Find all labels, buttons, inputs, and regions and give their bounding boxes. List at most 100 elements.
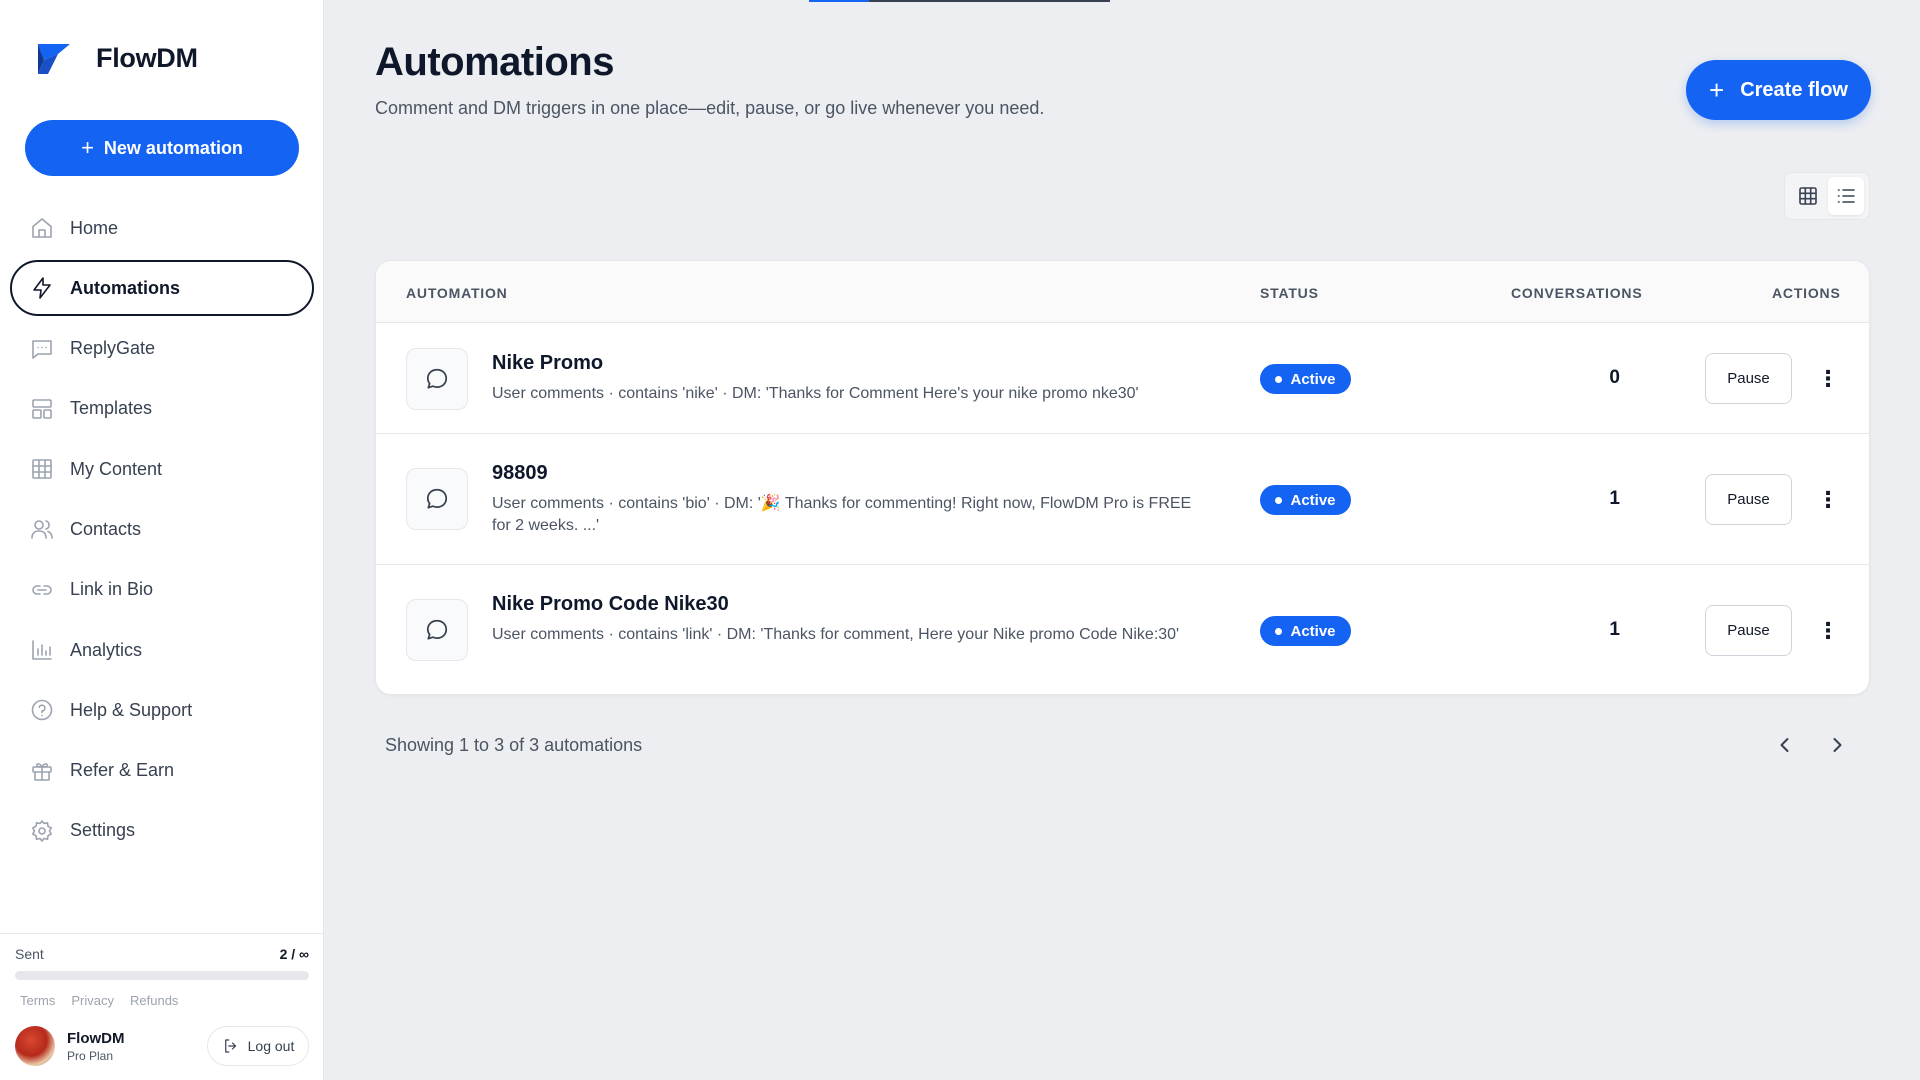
next-page-button[interactable] [1822, 730, 1852, 760]
logout-button[interactable]: Log out [207, 1026, 309, 1066]
sidebar-item-templates[interactable]: Templates [10, 381, 314, 437]
conversation-count: 0 [1609, 367, 1620, 388]
comment-icon [406, 599, 468, 661]
sidebar-item-analytics[interactable]: Analytics [10, 622, 314, 678]
pagination [1770, 730, 1852, 760]
prev-page-button[interactable] [1770, 730, 1800, 760]
create-flow-label: Create flow [1740, 78, 1848, 101]
automation-description: User comments · contains 'nike' · DM: 'T… [492, 385, 1139, 402]
conversation-count: 1 [1609, 488, 1620, 509]
sidebar-item-help-support[interactable]: Help & Support [10, 682, 314, 738]
sent-usage: Sent 2 / ∞ [15, 946, 309, 962]
pause-button[interactable]: Pause [1705, 474, 1792, 525]
privacy-link[interactable]: Privacy [71, 993, 114, 1008]
more-options-icon[interactable]: ⋮ [1816, 613, 1840, 649]
sidebar-item-replygate[interactable]: ReplyGate [10, 321, 314, 377]
sidebar-item-label: Analytics [70, 639, 143, 660]
comment-icon [406, 468, 468, 530]
page-subtitle: Comment and DM triggers in one place—edi… [375, 98, 1045, 118]
sidebar-item-automations[interactable]: Automations [10, 260, 314, 317]
automation-title[interactable]: Nike Promo [492, 352, 603, 375]
more-options-icon[interactable]: ⋮ [1816, 361, 1840, 397]
sidebar-nav: Home Automations ReplyGate Templates My … [10, 200, 314, 863]
pause-button[interactable]: Pause [1705, 353, 1792, 404]
flowdm-logo-icon [38, 44, 70, 74]
create-flow-button[interactable]: + Create flow [1686, 60, 1871, 120]
sidebar-item-label: Contacts [70, 518, 142, 539]
sidebar-item-refer-earn[interactable]: Refer & Earn [10, 743, 314, 799]
table-row[interactable]: Nike Promo User comments · contains 'nik… [376, 323, 1869, 434]
automation-title[interactable]: Nike Promo Code Nike30 [492, 593, 729, 616]
footer-links: Terms Privacy Refunds [20, 993, 178, 1008]
sidebar-footer: Sent 2 / ∞ Terms Privacy Refunds FlowDM … [0, 933, 324, 1066]
col-automation: AUTOMATION [406, 285, 508, 301]
view-toggle [1784, 172, 1870, 220]
avatar [15, 1026, 55, 1066]
table-row[interactable]: 98809 User comments · contains 'bio' · D… [376, 434, 1869, 565]
sidebar-item-label: Settings [70, 820, 136, 841]
sidebar-item-settings[interactable]: Settings [10, 803, 314, 859]
terms-link[interactable]: Terms [20, 993, 55, 1008]
sidebar-item-label: My Content [70, 458, 163, 479]
plus-icon: + [81, 135, 94, 160]
status-badge: Active [1260, 364, 1351, 394]
app-logo[interactable]: FlowDM [36, 40, 198, 76]
sidebar-item-home[interactable]: Home [10, 200, 314, 256]
status-badge: Active [1260, 485, 1351, 515]
col-status: STATUS [1260, 285, 1319, 301]
top-loading-bar [809, 0, 1110, 2]
user-name: FlowDM [67, 1029, 125, 1047]
sidebar-item-contacts[interactable]: Contacts [10, 501, 314, 557]
sidebar-item-label: Templates [70, 398, 153, 419]
list-view-button[interactable] [1828, 177, 1864, 215]
new-automation-label: New automation [103, 137, 243, 158]
sidebar-item-label: ReplyGate [70, 338, 156, 359]
automation-title[interactable]: 98809 [492, 462, 548, 485]
status-label: Active [1290, 370, 1336, 388]
home-icon [30, 216, 54, 240]
status-label: Active [1290, 622, 1336, 640]
more-options-icon[interactable]: ⋮ [1816, 482, 1840, 518]
sidebar-item-my-content[interactable]: My Content [10, 441, 314, 497]
app-name: FlowDM [96, 42, 198, 73]
sidebar-item-label: Link in Bio [70, 579, 154, 600]
comment-icon [406, 348, 468, 410]
sent-label: Sent [15, 946, 44, 962]
sent-progress-bar [15, 971, 309, 980]
lightning-icon [30, 276, 54, 300]
refunds-link[interactable]: Refunds [130, 993, 178, 1008]
user-profile[interactable]: FlowDM Pro Plan [15, 1026, 125, 1066]
link-icon [30, 578, 54, 602]
table-row[interactable]: Nike Promo Code Nike30 User comments · c… [376, 565, 1869, 694]
sidebar-item-label: Help & Support [70, 699, 193, 720]
help-circle-icon [30, 698, 54, 722]
chevron-right-icon [1833, 738, 1842, 752]
automations-table: AUTOMATION STATUS CONVERSATIONS ACTIONS … [375, 260, 1870, 695]
sidebar-item-link-in-bio[interactable]: Link in Bio [10, 562, 314, 618]
sent-count: 2 / ∞ [279, 946, 309, 962]
grid-view-button[interactable] [1790, 177, 1826, 215]
conversation-count: 1 [1609, 619, 1620, 640]
list-view-icon [1837, 189, 1855, 203]
gear-icon [30, 819, 54, 843]
logout-label: Log out [247, 1038, 295, 1054]
user-plan: Pro Plan [67, 1048, 114, 1063]
sidebar-item-label: Home [70, 217, 119, 238]
new-automation-button[interactable]: + New automation [25, 120, 299, 176]
users-icon [30, 517, 54, 541]
logout-icon [224, 1039, 236, 1053]
grid-view-icon [1799, 187, 1817, 205]
automation-description: User comments · contains 'link' · DM: 'T… [492, 626, 1180, 643]
sidebar: FlowDM + New automation Home Automations… [0, 0, 324, 1080]
bar-chart-icon [30, 638, 54, 662]
col-conversations: CONVERSATIONS [1511, 285, 1643, 301]
col-actions: ACTIONS [1772, 285, 1841, 301]
message-square-icon [30, 337, 54, 361]
page-title: Automations [375, 40, 614, 84]
chevron-left-icon [1780, 738, 1789, 752]
automation-description: User comments · contains 'bio' · DM: '🎉 … [492, 495, 1192, 534]
layout-icon [30, 397, 54, 421]
gift-icon [30, 759, 54, 783]
pause-button[interactable]: Pause [1705, 605, 1792, 656]
plus-icon: + [1709, 74, 1725, 105]
